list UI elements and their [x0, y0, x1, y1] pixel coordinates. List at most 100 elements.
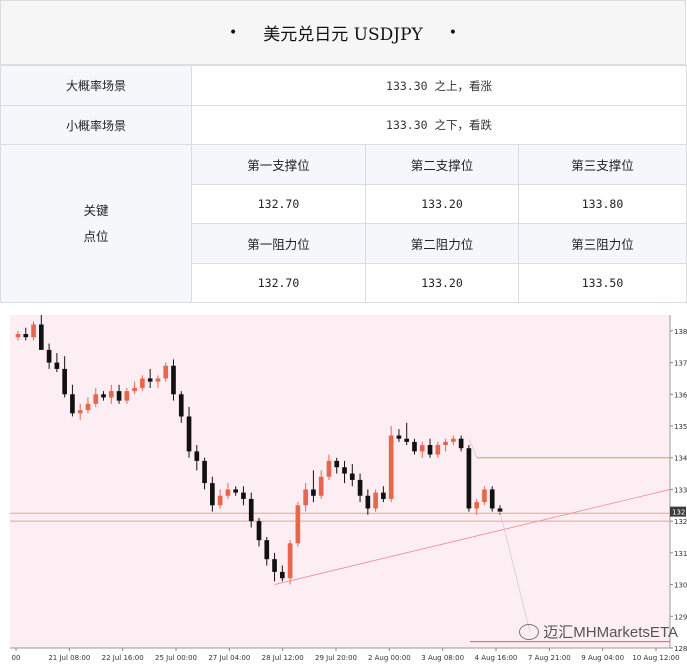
key-levels-line1: 关键 — [83, 202, 109, 218]
x-tick-label: 29 Jul 20:00 — [315, 654, 357, 662]
candle-body — [15, 334, 21, 338]
candle-body — [404, 438, 410, 442]
watermark-text: 迈汇MHMarketsETA — [543, 624, 678, 641]
candle-body — [388, 435, 394, 499]
wechat-icon — [519, 623, 540, 640]
x-tick-label: 3 Aug 08:00 — [421, 654, 464, 662]
x-tick-label: 9 Aug 04:00 — [581, 654, 624, 662]
candle-body — [101, 394, 106, 398]
resistance-value: 133.20 — [365, 263, 519, 303]
support-value: 133.20 — [365, 184, 519, 224]
watermark: 迈汇MHMarketsETA — [519, 621, 678, 642]
candle-body — [70, 394, 75, 414]
candle-body — [217, 495, 223, 506]
candle-body — [23, 334, 29, 338]
candle-body — [489, 489, 495, 509]
y-tick-label: 137. — [674, 360, 687, 368]
candle-body — [381, 492, 386, 499]
candle-body — [326, 460, 332, 477]
candle-body — [46, 349, 52, 363]
x-tick-label: 7 Aug 21:00 — [528, 654, 571, 662]
candle-body — [38, 324, 44, 350]
x-tick-label: 28 Jul 12:00 — [262, 654, 304, 662]
candle-body — [303, 489, 308, 506]
y-tick-label: 132. — [674, 518, 687, 526]
y-tick-label: 138. — [674, 328, 687, 336]
candle-body — [202, 460, 207, 484]
bullet-left: • — [228, 24, 238, 41]
candle-body — [318, 476, 324, 496]
candle-body — [233, 489, 239, 493]
candle-body — [443, 441, 448, 446]
candle-body — [132, 387, 137, 392]
candle-body — [163, 365, 169, 379]
resistance-header: 第三阻力位 — [518, 223, 687, 264]
candle-body — [311, 489, 316, 496]
price-tag-label: 132 — [672, 509, 685, 517]
x-tick-label: 10 Aug 12:00 — [632, 654, 679, 662]
candle-body — [458, 438, 464, 449]
candle-body — [466, 448, 472, 509]
candle-body — [248, 498, 254, 522]
candle-body — [272, 559, 277, 572]
plot-background — [10, 315, 670, 648]
key-levels-label: 关键 点位 — [0, 144, 192, 303]
support-value: 132.70 — [191, 184, 366, 224]
candle-body — [474, 502, 480, 509]
title-text: 美元兑日元 USDJPY — [263, 25, 423, 45]
support-header: 第一支撑位 — [191, 144, 366, 185]
candle-body — [108, 391, 114, 398]
table-row: 大概率场景 133.30 之上，看涨 — [0, 65, 687, 106]
candle-body — [225, 489, 231, 496]
support-value: 133.80 — [518, 184, 687, 224]
support-header: 第二支撑位 — [365, 144, 519, 185]
x-tick-label: 27 Jul 04:00 — [208, 654, 250, 662]
y-tick-label: 134. — [674, 455, 687, 463]
candle-body — [295, 505, 301, 544]
resistance-header: 第二阻力位 — [365, 223, 519, 264]
candle-body — [93, 394, 99, 404]
candle-body — [54, 362, 60, 369]
candle-body — [155, 378, 161, 382]
candle-body — [365, 495, 371, 509]
y-tick-label: 133. — [674, 486, 687, 494]
candle-body — [287, 543, 293, 579]
key-levels-line2: 点位 — [83, 228, 109, 244]
candle-body — [62, 368, 67, 395]
candle-body — [194, 451, 200, 461]
x-tick-label: 22 Jul 16:00 — [102, 654, 144, 662]
y-tick-label: 136. — [674, 391, 687, 399]
bullet-right: • — [448, 24, 457, 41]
y-tick-label: 131. — [674, 550, 687, 558]
scenario-label: 小概率场景 — [0, 105, 192, 145]
page: • 美元兑日元 USDJPY • 大概率场景 133.30 之上，看涨 小概率场… — [0, 0, 687, 665]
candle-body — [497, 508, 503, 512]
candle-body — [210, 483, 215, 506]
page-title: • 美元兑日元 USDJPY • — [0, 0, 686, 65]
x-tick-label: 2 Aug 00:00 — [368, 654, 411, 662]
candle-body — [140, 378, 145, 388]
scenario-value: 133.30 之上，看涨 — [191, 65, 687, 106]
resistance-value: 133.50 — [518, 263, 687, 303]
candle-body — [334, 460, 340, 468]
candle-body — [264, 540, 270, 560]
candle-body — [85, 403, 91, 411]
table-row: 小概率场景 133.30 之下，看跌 — [0, 105, 687, 145]
candle-body — [373, 492, 378, 509]
candle-body — [171, 365, 176, 395]
candle-body — [279, 571, 285, 579]
candle-body — [241, 492, 246, 499]
x-tick-label: 25 Jul 00:00 — [155, 654, 197, 662]
candle-body — [256, 521, 262, 541]
x-tick-label: 4 Aug 16:00 — [475, 654, 518, 662]
support-header: 第三支撑位 — [518, 144, 687, 185]
y-tick-label: 130. — [674, 582, 687, 590]
scenario-table: 大概率场景 133.30 之上，看涨 小概率场景 133.30 之下，看跌 关键… — [0, 65, 687, 303]
candle-body — [435, 445, 441, 455]
candle-body — [482, 489, 487, 503]
scenario-label: 大概率场景 — [0, 65, 192, 106]
y-tick-label: 128. — [674, 645, 687, 653]
price-chart: 138.137.136.135.134.133.132.131.130.129.… — [0, 303, 687, 665]
candle-body — [419, 445, 425, 452]
candle-body — [31, 324, 36, 338]
